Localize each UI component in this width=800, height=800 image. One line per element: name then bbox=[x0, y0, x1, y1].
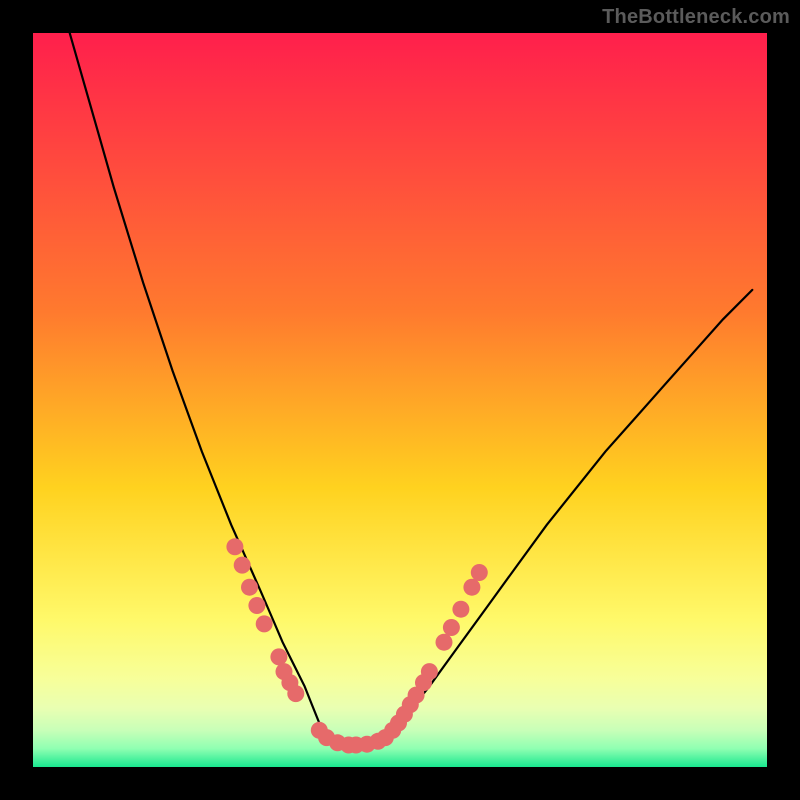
curve-marker bbox=[452, 601, 469, 618]
curve-marker bbox=[436, 634, 453, 651]
curve-marker bbox=[287, 685, 304, 702]
curve-marker bbox=[256, 615, 273, 632]
curve-marker bbox=[248, 597, 265, 614]
chart-svg bbox=[0, 0, 800, 800]
curve-marker bbox=[463, 579, 480, 596]
curve-marker bbox=[241, 579, 258, 596]
curve-marker bbox=[234, 557, 251, 574]
curve-marker bbox=[270, 648, 287, 665]
watermark-text: TheBottleneck.com bbox=[602, 6, 790, 29]
curve-marker bbox=[443, 619, 460, 636]
curve-marker bbox=[226, 538, 243, 555]
chart-frame: { "watermark": "TheBottleneck.com", "col… bbox=[0, 0, 800, 800]
plot-background bbox=[33, 33, 767, 767]
curve-marker bbox=[471, 564, 488, 581]
curve-marker bbox=[421, 663, 438, 680]
